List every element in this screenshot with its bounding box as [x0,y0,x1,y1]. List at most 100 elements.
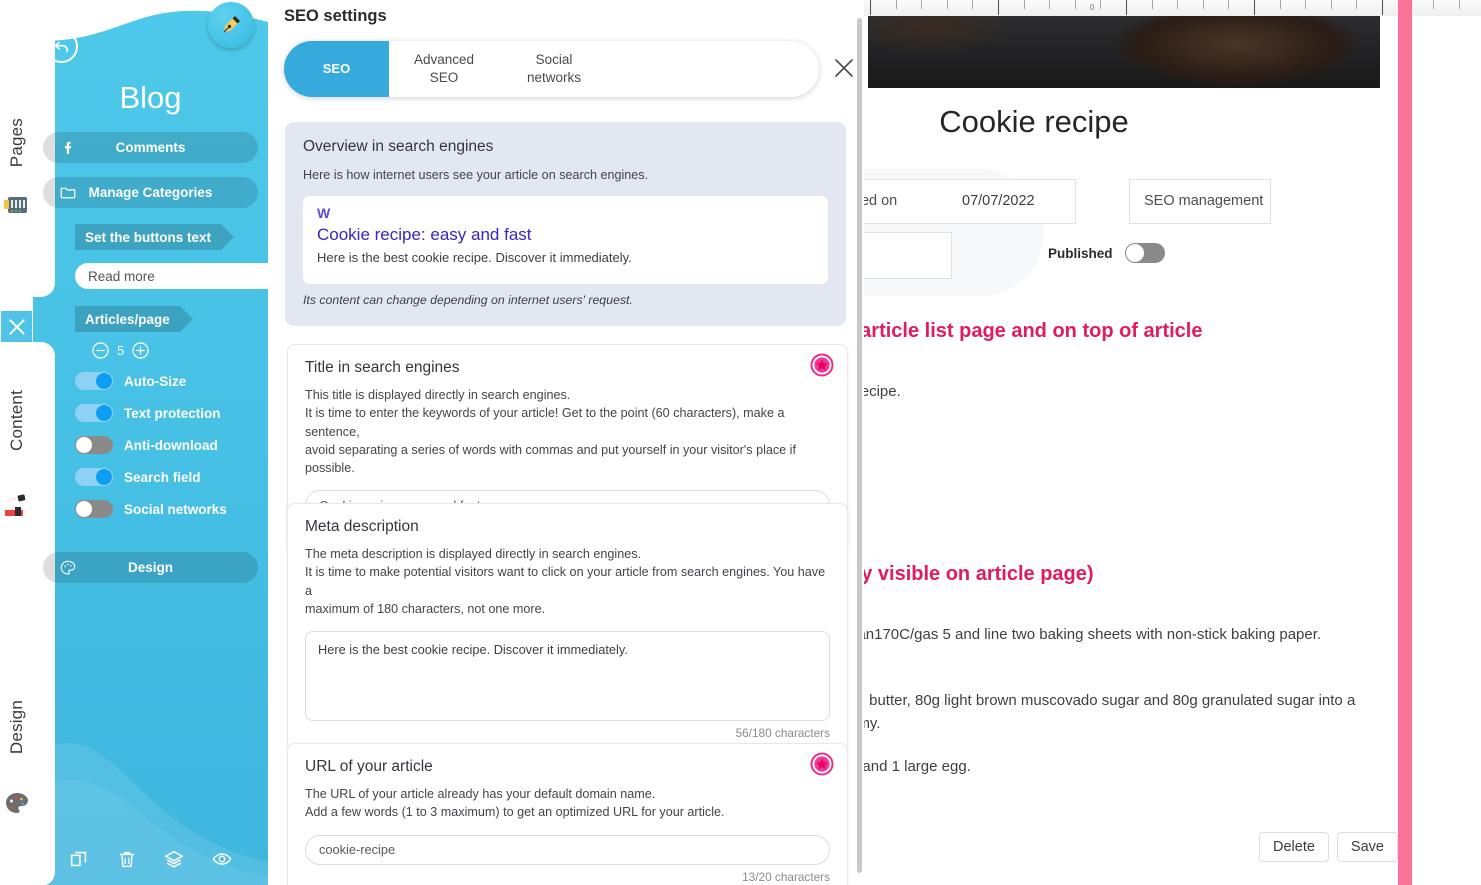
premium-star-icon[interactable] [810,752,834,776]
meta-description-textarea[interactable] [305,631,830,721]
back-button[interactable] [45,30,78,63]
ruler-tick [1203,0,1204,9]
plus-circle-icon[interactable] [131,341,150,360]
section-3-title: URL of your article [305,758,433,775]
articles-per-page-value: 5 [117,343,125,358]
ruler-tick [1356,0,1357,9]
ruler-tick [896,0,897,9]
action-button-row: Delete Save [1259,832,1398,862]
set-buttons-text-label: Set the buttons text [75,224,235,250]
layers-icon[interactable] [163,848,185,870]
articles-per-page-text: Articles/page [85,311,170,327]
section-1-desc-line1: This title is displayed directly in sear… [305,388,571,402]
ruler-tick [1331,0,1332,9]
rail-tab-content[interactable]: Content [0,390,33,451]
trash-icon[interactable] [116,848,138,870]
close-icon [8,318,25,335]
search-field-label: Search field [124,469,201,485]
toggle-row-social-networks[interactable]: Social networks [75,500,227,518]
social-networks-toggle[interactable] [75,500,113,518]
section-3-desc-line1: The URL of your article already has your… [305,787,656,801]
toggle-row-search-field[interactable]: Search field [75,468,201,486]
section-2-desc-line3: maximum of 180 characters, not one more. [305,601,546,616]
ruler-tick [1100,0,1101,9]
ruler-tick [921,0,922,9]
published-toggle[interactable] [1124,243,1165,263]
minus-circle-icon[interactable] [91,341,110,360]
auto-size-label: Auto-Size [124,373,187,389]
ruler-tick [972,0,973,9]
auto-size-toggle[interactable] [75,372,113,390]
ruler-tick [1049,0,1050,9]
serp-title: Cookie recipe: easy and fast [317,225,532,244]
published-toggle-row[interactable]: Published [1048,243,1165,263]
pen-nib-icon [223,16,240,33]
toggle-row-anti-download[interactable]: Anti-download [75,436,218,454]
design-button[interactable]: Design [43,552,258,583]
seo-settings-heading: SEO settings [284,7,387,25]
ruler-tick [1152,0,1153,9]
tab-advanced-seo[interactable]: Advanced SEO [389,41,499,97]
manage-categories-button[interactable]: Manage Categories [43,177,258,208]
content-icon[interactable] [0,494,33,520]
w-logo-icon: W [317,205,330,221]
palette-icon[interactable] [0,790,33,816]
close-seo-panel-icon[interactable] [832,56,856,80]
rail-tab-design[interactable]: Design [0,700,33,754]
horizontal-ruler: 0 [864,0,1481,16]
article-title: Cookie recipe [939,104,1129,139]
tab-social-networks[interactable]: Social networks [499,41,609,97]
save-button[interactable]: Save [1336,832,1398,862]
article-url-counter: 13/20 characters [742,869,830,884]
facebook-icon [59,139,77,157]
toggle-row-auto-size[interactable]: Auto-Size [75,372,186,390]
summary-heading: Summary (visible on article list page an… [864,320,1203,342]
article-image-field[interactable] [864,232,952,279]
toggle-row-text-protection[interactable]: Text protection [75,404,221,422]
text-protection-toggle[interactable] [75,404,113,422]
tab-seo[interactable]: SEO [284,41,389,97]
tab-social-networks-line1: Social [535,52,573,68]
search-field-toggle[interactable] [75,468,113,486]
ruler-zero-label: 0 [1090,3,1095,12]
ruler-tick [1305,0,1306,9]
ruler-tick [1024,0,1025,9]
section-url-of-article: URL of your article The URL of your arti… [287,743,848,885]
folder-icon [59,184,77,202]
duplicate-icon[interactable] [68,848,90,870]
pen-nib-button[interactable] [208,2,254,48]
ruler-tick [1459,0,1460,9]
premium-star-icon[interactable] [810,353,834,377]
seo-panel-scrollbar[interactable] [857,18,862,873]
page-edge-marker [1398,0,1412,885]
set-buttons-text-text: Set the buttons text [85,229,212,245]
read-more-input[interactable] [75,263,268,289]
delete-button[interactable]: Delete [1259,832,1329,862]
section-meta-description: Meta description The meta description is… [287,503,848,751]
pages-icon[interactable] [0,192,33,218]
comments-button-label: Comments [115,140,186,155]
tab-social-networks-line2: networks [526,70,582,85]
seo-management-button[interactable]: SEO management [1129,179,1271,224]
rail-tab-pages[interactable]: Pages [0,118,33,167]
anti-download-toggle[interactable] [75,436,113,454]
eye-icon[interactable] [211,848,233,870]
rail-tab-content-label: Content [6,390,26,451]
article-url-input[interactable] [305,834,830,865]
ruler-tick [870,0,871,15]
section-2-title: Meta description [305,518,419,535]
palette-icon [59,559,77,577]
ruler-tick [1382,0,1383,15]
social-networks-label: Social networks [124,501,227,517]
publish-date-field[interactable]: published on 07/07/2022 [864,179,1076,224]
ruler-tick [1280,0,1281,9]
articles-per-page-stepper[interactable]: 5 [91,341,150,360]
article-body-paragraph-1: Heat the oven to 190C/fan170C/gas 5 and … [864,626,1322,643]
blog-sidebar-panel: Blog Comments Manage Categories Set the … [33,0,268,885]
published-label: Published [1048,245,1113,261]
back-arrow-icon [54,41,68,53]
section-3-desc-line2: Add a few words (1 to 3 maximum) to get … [305,805,725,820]
summary-body: Here is the best cookie recipe. [864,383,901,400]
comments-button[interactable]: Comments [43,132,258,163]
close-panel-button[interactable] [1,311,32,342]
